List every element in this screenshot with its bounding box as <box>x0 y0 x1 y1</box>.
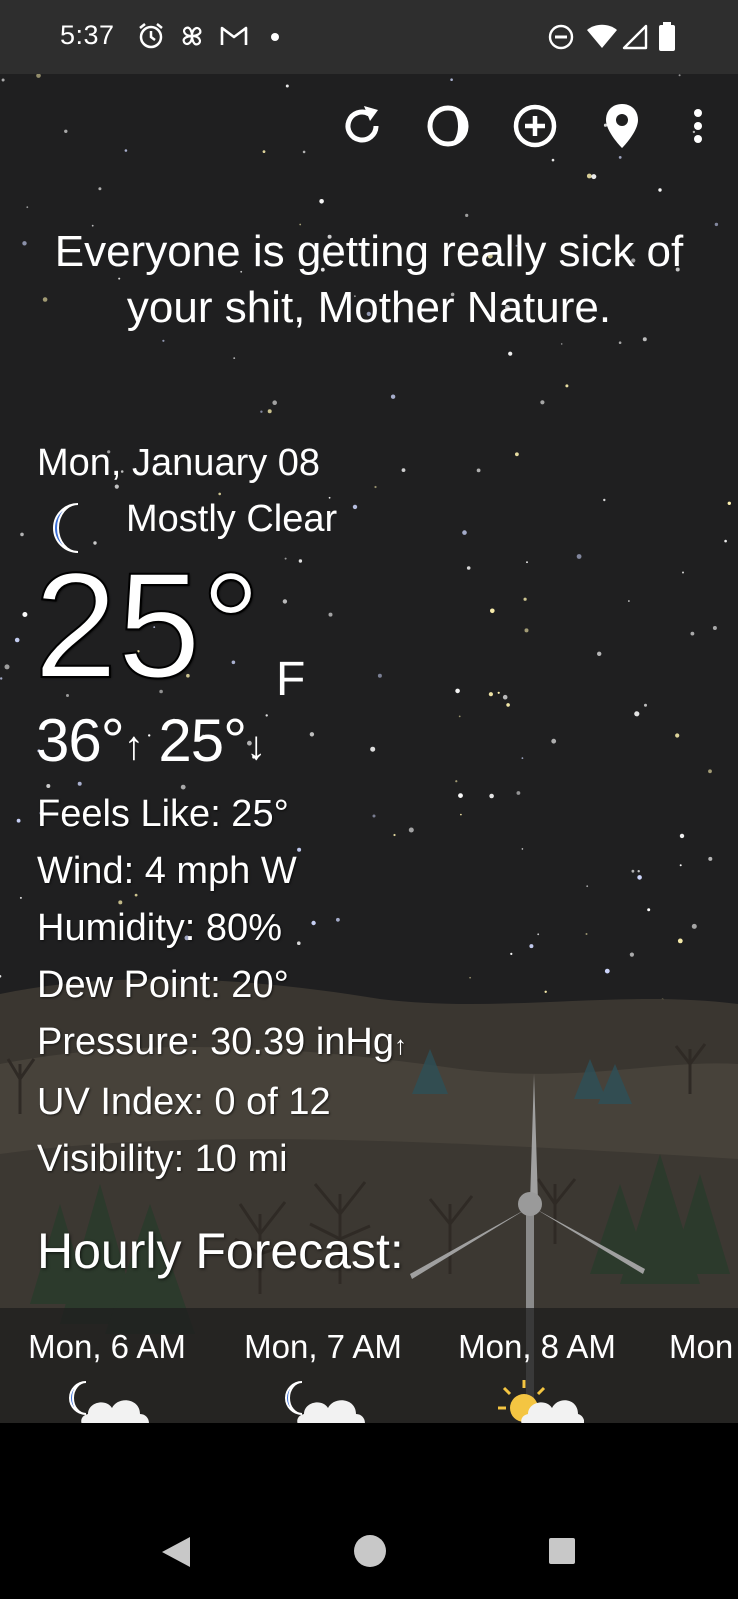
headline-message: Everyone is getting really sick of your … <box>54 227 684 332</box>
status-time: 5:37 <box>60 20 115 50</box>
more-options-button[interactable] <box>670 98 726 154</box>
sun-cloud-icon <box>498 1380 584 1423</box>
signal-icon <box>622 24 648 50</box>
pressure-row: Pressure: 30.39 inHg↑ <box>37 1014 407 1074</box>
hourly-time: Mon <box>669 1328 734 1365</box>
sun-icon <box>708 1378 738 1423</box>
wifi-icon <box>587 24 617 48</box>
visibility: Visibility: 10 mi <box>37 1138 288 1180</box>
navigation-bar <box>0 1423 738 1599</box>
low-arrow-icon: ↓ <box>246 724 266 768</box>
uv-index: UV Index: 0 of 12 <box>37 1081 331 1123</box>
high-temp: 36° <box>36 707 125 774</box>
hourly-item[interactable]: Mon, 6 AM <box>2 1308 212 1423</box>
more-vert-icon <box>694 109 702 143</box>
high-low-temps: 36°↑ 25°↓ <box>36 706 266 781</box>
wind: Wind: 4 mph W <box>37 850 297 892</box>
status-icons-right <box>548 20 698 54</box>
hourly-time: Mon, 8 AM <box>458 1328 616 1365</box>
hourly-forecast-title: Hourly Forecast: <box>37 1223 404 1279</box>
hourly-time: Mon, 6 AM <box>28 1328 186 1365</box>
pinwheel-icon <box>182 26 202 46</box>
hourly-forecast-list[interactable]: Mon, 6 AM Mon, 7 AM Mon, 8 AM Mon <box>0 1308 738 1423</box>
status-bar: 5:37 <box>0 0 738 74</box>
alarm-icon <box>139 23 163 49</box>
hourly-item[interactable]: Mon <box>646 1308 738 1423</box>
humidity: Humidity: 80% <box>37 907 282 949</box>
low-temp: 25° <box>158 707 247 774</box>
weather-details: Feels Like: 25° Wind: 4 mph W Humidity: … <box>37 786 407 1188</box>
back-button[interactable] <box>160 1535 192 1569</box>
moon-cloud-icon <box>69 1381 149 1423</box>
refresh-button[interactable] <box>334 98 390 154</box>
moon-cloud-icon <box>285 1381 365 1423</box>
theme-icon <box>427 105 469 147</box>
hourly-item[interactable]: Mon, 8 AM <box>432 1308 642 1423</box>
pressure-trend-icon: ↑ <box>393 1030 407 1060</box>
feels-like: Feels Like: 25° <box>37 793 289 835</box>
dew-point: Dew Point: 20° <box>37 964 289 1006</box>
theme-button[interactable] <box>420 98 476 154</box>
pressure: Pressure: 30.39 inHg <box>37 1021 394 1063</box>
do-not-disturb-icon <box>548 24 574 50</box>
weather-app: Everyone is getting really sick of your … <box>0 74 738 1423</box>
add-location-icon <box>513 104 557 148</box>
add-location-button[interactable] <box>507 98 563 154</box>
home-button[interactable] <box>352 1533 388 1569</box>
hourly-item[interactable]: Mon, 7 AM <box>218 1308 428 1423</box>
hourly-time: Mon, 7 AM <box>244 1328 402 1365</box>
gmail-icon <box>220 26 248 45</box>
temperature-unit: F <box>276 653 306 706</box>
refresh-icon <box>345 106 379 143</box>
location-pin-icon <box>606 104 638 148</box>
battery-icon <box>659 22 675 51</box>
location-button[interactable] <box>594 98 650 154</box>
high-arrow-icon: ↑ <box>123 724 144 768</box>
current-condition: Mostly Clear <box>126 498 338 540</box>
dot-icon <box>271 33 279 41</box>
current-temperature: 25° <box>33 541 262 709</box>
phone-screen: 5:37 Everyone is getting really sick of … <box>0 0 738 1599</box>
current-date: Mon, January 08 <box>37 442 321 484</box>
recents-button[interactable] <box>548 1537 576 1565</box>
